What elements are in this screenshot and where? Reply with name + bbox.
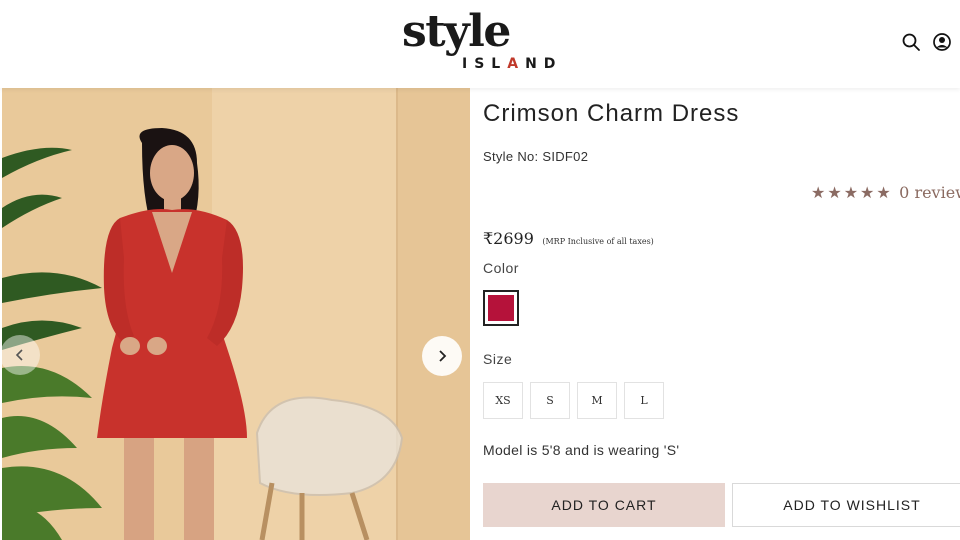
- size-option-xs[interactable]: XS: [483, 382, 523, 419]
- size-option-s[interactable]: S: [530, 382, 570, 419]
- gallery-next-button[interactable]: [422, 336, 462, 376]
- chevron-left-icon: [15, 349, 23, 361]
- size-selector: XS S M L: [483, 382, 664, 419]
- color-label: Color: [483, 260, 519, 276]
- size-label: Size: [483, 351, 513, 367]
- model-size-note: Model is 5'8 and is wearing 'S': [483, 442, 680, 458]
- site-logo[interactable]: style ISLAND: [402, 10, 572, 74]
- search-icon[interactable]: [901, 32, 921, 52]
- review-count[interactable]: 0 reviews: [899, 183, 960, 202]
- logo-wordmark: style: [402, 6, 511, 57]
- product-image-gallery[interactable]: [2, 88, 470, 540]
- add-to-cart-button[interactable]: ADD TO CART: [483, 483, 725, 527]
- add-to-wishlist-button[interactable]: ADD TO WISHLIST: [732, 483, 960, 527]
- product-title: Crimson Charm Dress: [483, 100, 740, 127]
- account-icon[interactable]: [932, 32, 952, 52]
- style-number: Style No: SIDF02: [483, 149, 589, 164]
- price-row: ₹2699 (MRP Inclusive of all taxes): [483, 229, 654, 249]
- site-header: style ISLAND: [0, 0, 960, 88]
- chevron-right-icon: [439, 350, 447, 362]
- color-swatch-fill: [488, 295, 514, 321]
- size-option-l[interactable]: L: [624, 382, 664, 419]
- product-price: ₹2699: [483, 229, 534, 248]
- color-swatch-selected[interactable]: [483, 290, 519, 326]
- logo-subtitle: ISLAND: [462, 56, 563, 72]
- star-rating-icons: ★★★★★: [811, 185, 893, 202]
- product-rating[interactable]: ★★★★★ 0 reviews: [811, 183, 960, 205]
- size-option-m[interactable]: M: [577, 382, 617, 419]
- product-photo: [2, 88, 470, 540]
- mrp-note: (MRP Inclusive of all taxes): [542, 237, 654, 246]
- product-info-panel: Crimson Charm Dress Style No: SIDF02 ★★★…: [483, 88, 960, 540]
